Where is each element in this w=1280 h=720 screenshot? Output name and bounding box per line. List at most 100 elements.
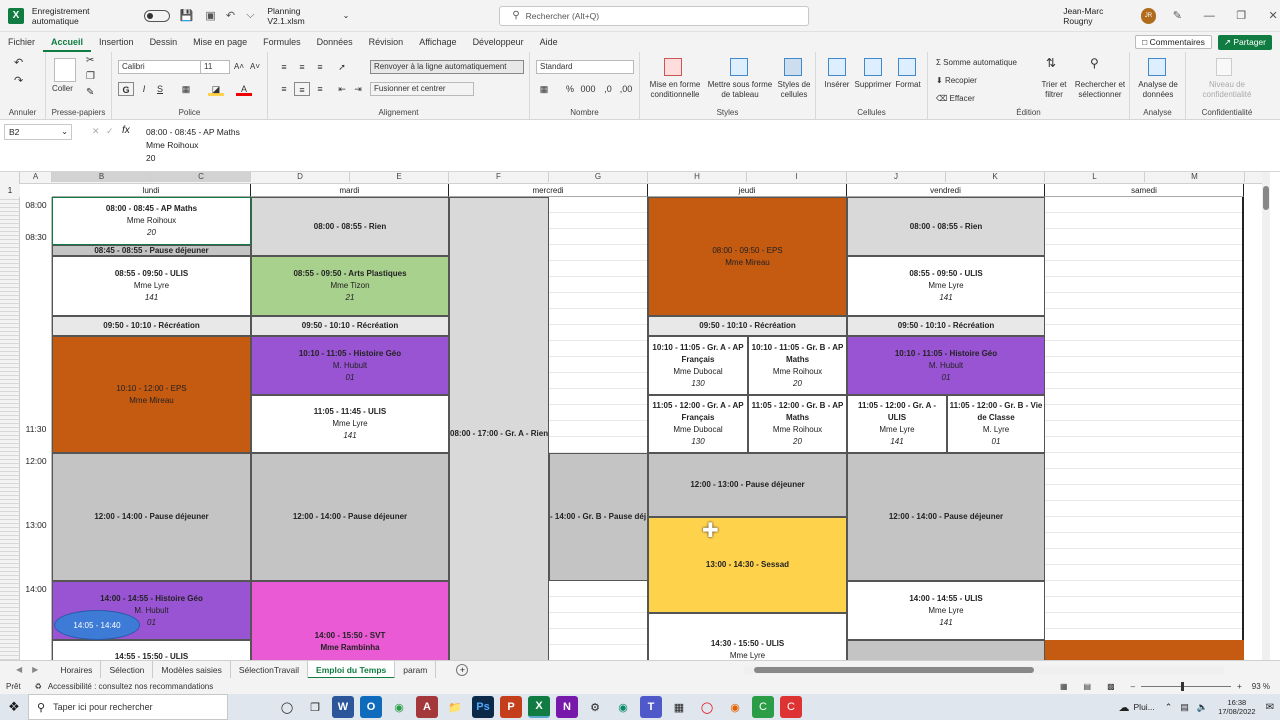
border-icon[interactable]: ▦	[178, 82, 194, 96]
day-header-vendredi[interactable]: vendredi	[847, 184, 1045, 197]
jeudi-block-sessad[interactable]: 13:00 - 14:30 - Sessad	[648, 517, 847, 613]
sheet-tab-horaires[interactable]: Horaires	[52, 660, 102, 679]
tab-developpeur[interactable]: Développeur	[465, 32, 532, 52]
network-icon[interactable]: ▤	[1180, 702, 1189, 713]
avatar[interactable]: JR	[1140, 7, 1157, 24]
col-header-e[interactable]: E	[350, 172, 449, 182]
recorder-icon[interactable]: C	[780, 696, 802, 718]
mardi-block-svt[interactable]: 14:00 - 15:50 - SVT Mme Rambinha	[251, 581, 449, 660]
cut-icon[interactable]: ✂	[86, 56, 94, 66]
task-view-icon[interactable]: ❐	[304, 696, 326, 718]
col-header-k[interactable]: K	[946, 172, 1045, 182]
zoom-slider[interactable]	[1141, 681, 1232, 691]
sheet-nav-next-icon[interactable]: ▶	[32, 665, 38, 674]
clock[interactable]: 16:38 17/08/2022	[1218, 698, 1256, 716]
thousands-icon[interactable]: 000	[580, 82, 596, 96]
mardi-block-dejeuner[interactable]: 12:00 - 14:00 - Pause déjeuner	[251, 453, 449, 581]
function-icon[interactable]: fx	[122, 125, 130, 136]
vendredi-block-ulis-2[interactable]: 14:00 - 14:55 - ULIS Mme Lyre 141	[847, 581, 1045, 640]
row-header-1[interactable]: 1	[0, 184, 20, 197]
paste-button[interactable]: Coller	[52, 84, 73, 94]
excel-taskbar-icon[interactable]: X	[528, 696, 550, 718]
jeudi-block-ap-maths-1[interactable]: 10:10 - 11:05 - Gr. B - AP Maths Mme Roih…	[748, 336, 847, 395]
vendredi-block-bottom[interactable]	[847, 640, 1045, 660]
clear-button[interactable]: ⌫ Effacer	[936, 94, 975, 104]
find-select-button[interactable]: Rechercher et sélectionner	[1072, 80, 1128, 100]
italic-button[interactable]: I	[136, 82, 152, 96]
customize-icon[interactable]: ⌵	[243, 9, 257, 23]
jeudi-block-ap-francais-2[interactable]: 11:05 - 12:00 - Gr. A - AP Français Mme D…	[648, 395, 748, 453]
onenote-icon[interactable]: N	[556, 696, 578, 718]
firefox-icon[interactable]: ◉	[724, 696, 746, 718]
orientation-icon[interactable]: ➚	[334, 60, 350, 74]
vendredi-block-ulis[interactable]: 08:55 - 09:50 - ULIS Mme Lyre 141	[847, 256, 1045, 316]
tab-fichier[interactable]: Fichier	[0, 32, 43, 52]
photoshop-icon[interactable]: Ps	[472, 696, 494, 718]
mardi-block-rien[interactable]: 08:00 - 08:55 - Rien	[251, 197, 449, 256]
accessibility-icon[interactable]: ♻	[35, 682, 42, 691]
folder-icon[interactable]: 📁	[444, 696, 466, 718]
tab-aide[interactable]: Aide	[532, 32, 566, 52]
horizontal-scroll-thumb[interactable]	[754, 666, 1035, 673]
align-top-icon[interactable]: ≡	[276, 60, 292, 74]
settings-icon[interactable]: ⚙	[584, 696, 606, 718]
autosave-toggle[interactable]	[143, 9, 170, 22]
word-icon[interactable]: W	[332, 696, 354, 718]
samedi-block-orange[interactable]	[1045, 640, 1244, 660]
notification-icon[interactable]: ✉	[1266, 702, 1274, 713]
col-header-d[interactable]: D	[251, 172, 350, 182]
col-header-h[interactable]: H	[648, 172, 747, 182]
add-sheet-icon[interactable]: +	[456, 663, 469, 676]
zoom-level[interactable]: 93 %	[1252, 682, 1270, 691]
pen-icon[interactable]: ✎	[1170, 9, 1184, 23]
vertical-scroll-thumb[interactable]	[1263, 186, 1269, 210]
number-format-select[interactable]: Standard	[536, 60, 634, 74]
mardi-block-ulis[interactable]: 11:05 - 11:45 - ULIS Mme Lyre 141	[251, 395, 449, 453]
comments-button[interactable]: □ Commentaires	[1135, 35, 1212, 49]
day-header-jeudi[interactable]: jeudi	[648, 184, 847, 197]
lundi-block-dejeuner[interactable]: 12:00 - 14:00 - Pause déjeuner	[52, 453, 251, 581]
align-middle-icon[interactable]: ≡	[294, 60, 310, 74]
tab-insertion[interactable]: Insertion	[91, 32, 142, 52]
lundi-block-ulis-2[interactable]: 14:55 - 15:50 - ULIS	[52, 640, 251, 660]
tab-revision[interactable]: Révision	[361, 32, 412, 52]
windows-start-icon[interactable]: ❖	[3, 696, 25, 718]
increase-decimal-icon[interactable]: ,0	[600, 82, 616, 96]
analyze-data-button[interactable]: Analyse de données	[1134, 80, 1182, 100]
mardi-block-recreation[interactable]: 09:50 - 10:10 - Récréation	[251, 316, 449, 336]
horizontal-scrollbar[interactable]	[744, 665, 1225, 674]
edge-icon[interactable]: ◉	[612, 696, 634, 718]
sheet-tab-param[interactable]: param	[395, 660, 437, 679]
copy-icon[interactable]: ❐	[86, 72, 95, 82]
cortana-icon[interactable]: ◯	[276, 696, 298, 718]
font-color-icon[interactable]: A	[236, 82, 252, 96]
wrap-text-button[interactable]: Renvoyer à la ligne automatiquement	[370, 60, 524, 74]
lundi-block-ap-maths[interactable]: 08:00 - 08:45 - AP Maths Mme Roihoux 20	[52, 197, 251, 245]
samedi-column[interactable]	[1045, 197, 1244, 640]
mercredi-block-gr-b[interactable]: - 14:00 - Gr. B - Pause déj	[549, 453, 648, 581]
sheet-tab-emploi-du-temps[interactable]: Emploi du Temps	[308, 660, 396, 679]
shrink-font-icon[interactable]: A˅	[250, 62, 260, 72]
file-name[interactable]: Planning V2.1.xlsm	[267, 6, 339, 26]
lundi-block-ulis[interactable]: 08:55 - 09:50 - ULIS Mme Lyre 141	[52, 256, 251, 316]
cell-styles-button[interactable]: Styles de cellules	[774, 80, 814, 100]
fill-color-icon[interactable]: ◪	[208, 82, 224, 96]
decrease-decimal-icon[interactable]: ,00	[618, 82, 634, 96]
tab-mise-en-page[interactable]: Mise en page	[185, 32, 255, 52]
access-icon[interactable]: A	[416, 696, 438, 718]
grow-font-icon[interactable]: A˄	[234, 62, 244, 72]
zoom-slider-thumb[interactable]	[1181, 681, 1185, 691]
col-header-j[interactable]: J	[847, 172, 946, 182]
restore-icon[interactable]: ❐	[1234, 9, 1248, 23]
spreadsheet-grid[interactable]: A B C D E F G H I J K L M 1 08:00 08:30 …	[0, 172, 1270, 660]
currency-icon[interactable]: ▦	[536, 82, 552, 96]
paste-icon[interactable]	[54, 58, 76, 82]
mercredi-block-gr-a[interactable]: 08:00 - 17:00 - Gr. A - Rien	[449, 197, 549, 660]
percent-icon[interactable]: %	[562, 82, 578, 96]
lundi-block-pause[interactable]: 08:45 - 08:55 - Pause déjeuner	[52, 245, 251, 256]
search-box[interactable]: ⚲ Rechercher (Alt+Q)	[499, 5, 810, 26]
teams-icon[interactable]: T	[640, 696, 662, 718]
chevron-down-icon[interactable]: ⌄	[343, 11, 350, 20]
user-name[interactable]: Jean-Marc Rougny	[1063, 6, 1134, 26]
vendredi-block-dejeuner[interactable]: 12:00 - 14:00 - Pause déjeuner	[847, 453, 1045, 581]
